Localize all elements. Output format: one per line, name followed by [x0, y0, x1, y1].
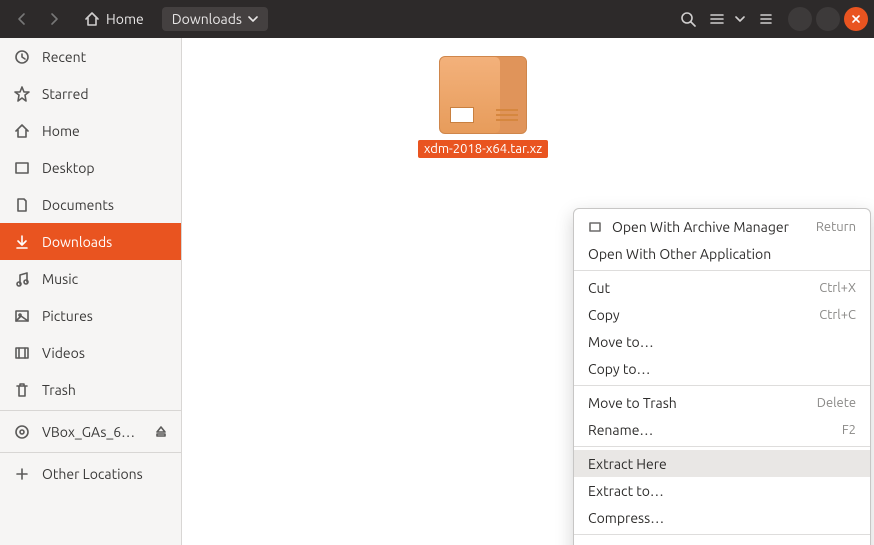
file-item[interactable]: xdm-2018-x64.tar.xz	[416, 56, 550, 158]
ctx-accel: Delete	[817, 396, 856, 410]
sidebar-item-label: Documents	[42, 197, 114, 213]
music-icon	[14, 271, 30, 287]
sidebar-item-other-locations[interactable]: Other Locations	[0, 455, 181, 492]
sidebar-item-label: Recent	[42, 49, 86, 65]
content-area[interactable]: xdm-2018-x64.tar.xz Open With Archive Ma…	[182, 38, 874, 545]
path-bar: Home Downloads	[74, 7, 268, 31]
ctx-separator	[574, 534, 870, 535]
ctx-label: Extract Here	[588, 456, 667, 472]
sidebar-item-label: VBox_GAs_6…	[42, 424, 135, 440]
sidebar-separator	[0, 410, 181, 411]
view-dropdown-button[interactable]	[730, 4, 750, 34]
nautilus-window: { "header": { "home_label": "Home", "cur…	[0, 0, 874, 545]
ctx-accel: Ctrl+C	[819, 308, 856, 322]
ctx-move-to-trash[interactable]: Move to Trash Delete	[574, 389, 870, 416]
sidebar-item-mount[interactable]: VBox_GAs_6…	[0, 413, 181, 450]
header-bar: Home Downloads	[0, 0, 874, 38]
recent-icon	[14, 49, 30, 65]
sidebar-item-pictures[interactable]: Pictures	[0, 297, 181, 334]
sidebar-item-label: Videos	[42, 345, 85, 361]
sidebar-item-music[interactable]: Music	[0, 260, 181, 297]
close-button[interactable]	[844, 7, 868, 31]
search-button[interactable]	[672, 4, 704, 34]
sidebar-item-label: Trash	[42, 382, 76, 398]
ctx-label: Move to…	[588, 334, 654, 350]
star-icon	[14, 86, 30, 102]
breadcrumb-current-label: Downloads	[172, 12, 242, 26]
breadcrumb-home-label: Home	[106, 12, 144, 26]
ctx-open-with-default[interactable]: Open With Archive Manager Return	[574, 213, 870, 240]
ctx-copy[interactable]: Copy Ctrl+C	[574, 301, 870, 328]
archive-manager-icon	[588, 220, 602, 234]
ctx-compress[interactable]: Compress…	[574, 504, 870, 531]
sidebar-item-documents[interactable]: Documents	[0, 186, 181, 223]
ctx-label: Open With Other Application	[588, 246, 771, 262]
ctx-accel: F2	[842, 423, 856, 437]
sidebar-item-desktop[interactable]: Desktop	[0, 149, 181, 186]
ctx-label: Cut	[588, 280, 610, 296]
ctx-label: Copy to…	[588, 361, 650, 377]
videos-icon	[14, 345, 30, 361]
ctx-cut[interactable]: Cut Ctrl+X	[574, 274, 870, 301]
sidebar-item-label: Other Locations	[42, 466, 143, 482]
ctx-separator	[574, 270, 870, 271]
ctx-extract-to[interactable]: Extract to…	[574, 477, 870, 504]
desktop-icon	[14, 160, 30, 176]
ctx-accel: Return	[816, 220, 856, 234]
eject-icon[interactable]	[155, 424, 167, 440]
ctx-label: Move to Trash	[588, 395, 677, 411]
sidebar-item-label: Desktop	[42, 160, 95, 176]
archive-icon	[439, 56, 527, 134]
documents-icon	[14, 197, 30, 213]
ctx-label: Extract to…	[588, 483, 664, 499]
sidebar-item-recent[interactable]: Recent	[0, 38, 181, 75]
ctx-open-with-other[interactable]: Open With Other Application	[574, 240, 870, 267]
ctx-move-to[interactable]: Move to…	[574, 328, 870, 355]
sidebar-item-label: Starred	[42, 86, 89, 102]
plus-icon	[14, 466, 30, 482]
sidebar-item-videos[interactable]: Videos	[0, 334, 181, 371]
ctx-star[interactable]: Star	[574, 538, 870, 545]
ctx-label: Open With Archive Manager	[612, 219, 789, 235]
hamburger-menu-button[interactable]	[750, 4, 782, 34]
maximize-button[interactable]	[816, 7, 840, 31]
ctx-label: Rename…	[588, 422, 653, 438]
window-body: Recent Starred Home Desktop Documents Do…	[0, 38, 874, 545]
nav-forward-button[interactable]	[38, 4, 70, 34]
ctx-copy-to[interactable]: Copy to…	[574, 355, 870, 382]
trash-icon	[14, 382, 30, 398]
sidebar-item-label: Home	[42, 123, 80, 139]
ctx-separator	[574, 385, 870, 386]
disc-icon	[14, 424, 30, 440]
sidebar-separator	[0, 452, 181, 453]
sidebar: Recent Starred Home Desktop Documents Do…	[0, 38, 182, 545]
window-controls	[788, 7, 868, 31]
downloads-icon	[14, 234, 30, 250]
breadcrumb-menu-icon	[248, 11, 258, 27]
ctx-rename[interactable]: Rename… F2	[574, 416, 870, 443]
ctx-extract-here[interactable]: Extract Here	[574, 450, 870, 477]
minimize-button[interactable]	[788, 7, 812, 31]
ctx-label: Compress…	[588, 510, 664, 526]
ctx-accel: Ctrl+X	[819, 281, 856, 295]
sidebar-item-label: Pictures	[42, 308, 93, 324]
ctx-label: Copy	[588, 307, 620, 323]
pictures-icon	[14, 308, 30, 324]
breadcrumb-home[interactable]: Home	[74, 7, 154, 31]
home-icon	[84, 11, 100, 27]
context-menu: Open With Archive Manager Return Open Wi…	[573, 208, 871, 545]
file-name-label: xdm-2018-x64.tar.xz	[418, 140, 548, 158]
home-icon	[14, 123, 30, 139]
sidebar-item-home[interactable]: Home	[0, 112, 181, 149]
sidebar-item-label: Music	[42, 271, 78, 287]
ctx-separator	[574, 446, 870, 447]
breadcrumb-current[interactable]: Downloads	[162, 7, 268, 31]
nav-back-button[interactable]	[6, 4, 38, 34]
sidebar-item-label: Downloads	[42, 234, 112, 250]
view-list-button[interactable]	[704, 4, 730, 34]
sidebar-item-starred[interactable]: Starred	[0, 75, 181, 112]
sidebar-item-downloads[interactable]: Downloads	[0, 223, 181, 260]
sidebar-item-trash[interactable]: Trash	[0, 371, 181, 408]
